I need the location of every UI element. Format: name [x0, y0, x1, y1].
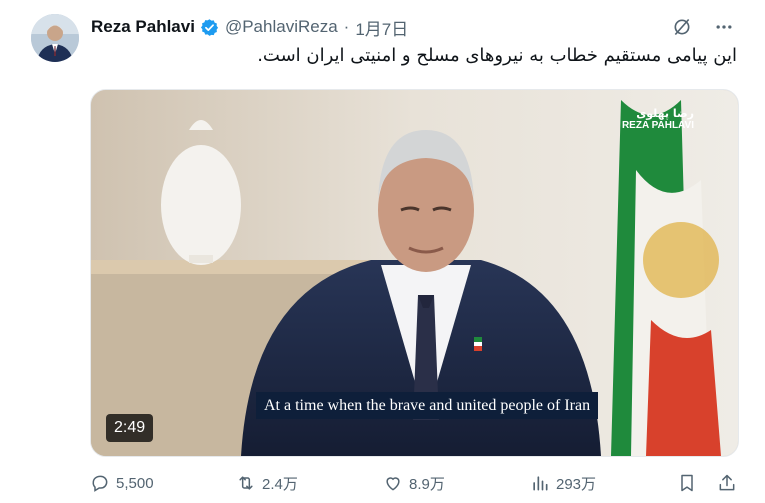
- repost-count: 2.4万: [262, 475, 298, 493]
- reply-button[interactable]: 5,500: [90, 473, 154, 493]
- watermark-script: رضا پهلوی: [636, 107, 694, 120]
- bookmark-button[interactable]: [677, 473, 697, 493]
- like-icon: [386, 477, 400, 491]
- repost-icon: [239, 476, 253, 490]
- views-icon: [533, 476, 548, 491]
- author-handle[interactable]: @PahlaviReza: [225, 17, 338, 37]
- grok-icon[interactable]: [671, 16, 693, 38]
- views-button[interactable]: 293万: [530, 473, 596, 494]
- like-count: 8.9万: [409, 475, 445, 493]
- author-name[interactable]: Reza Pahlavi: [91, 17, 195, 37]
- video-duration: 2:49: [106, 414, 154, 442]
- tweet-header: Reza Pahlavi @PahlaviReza · 1月7日: [91, 15, 408, 39]
- more-icon[interactable]: [713, 16, 735, 38]
- bookmark-icon: [681, 474, 693, 492]
- watermark-latin: REZA PAHLAVI: [621, 120, 694, 131]
- video-watermark: رضا پهلوی REZA PAHLAVI: [622, 108, 694, 132]
- share-button[interactable]: [717, 473, 737, 493]
- tweet-actions: 5,500 2.4万 8.9万 293万: [90, 470, 737, 496]
- tweet-top-actions: [671, 16, 735, 38]
- verified-badge-icon: [200, 18, 219, 37]
- separator-dot: ·: [343, 17, 350, 36]
- tweet-text: این پیامی مستقیم خطاب به نیروهای مسلح و …: [257, 45, 737, 66]
- views-count: 293万: [556, 475, 597, 493]
- video-subtitle: At a time when the brave and united peop…: [256, 392, 599, 419]
- repost-button[interactable]: 2.4万: [236, 473, 298, 494]
- avatar[interactable]: [31, 14, 79, 62]
- like-button[interactable]: 8.9万: [383, 473, 445, 494]
- reply-icon: [92, 475, 108, 492]
- video-player[interactable]: رضا پهلوی REZA PAHLAVI At a time when th…: [90, 89, 739, 457]
- share-icon: [719, 474, 735, 491]
- tweet-date[interactable]: 1月7日: [355, 15, 408, 40]
- reply-count: 5,500: [116, 474, 154, 492]
